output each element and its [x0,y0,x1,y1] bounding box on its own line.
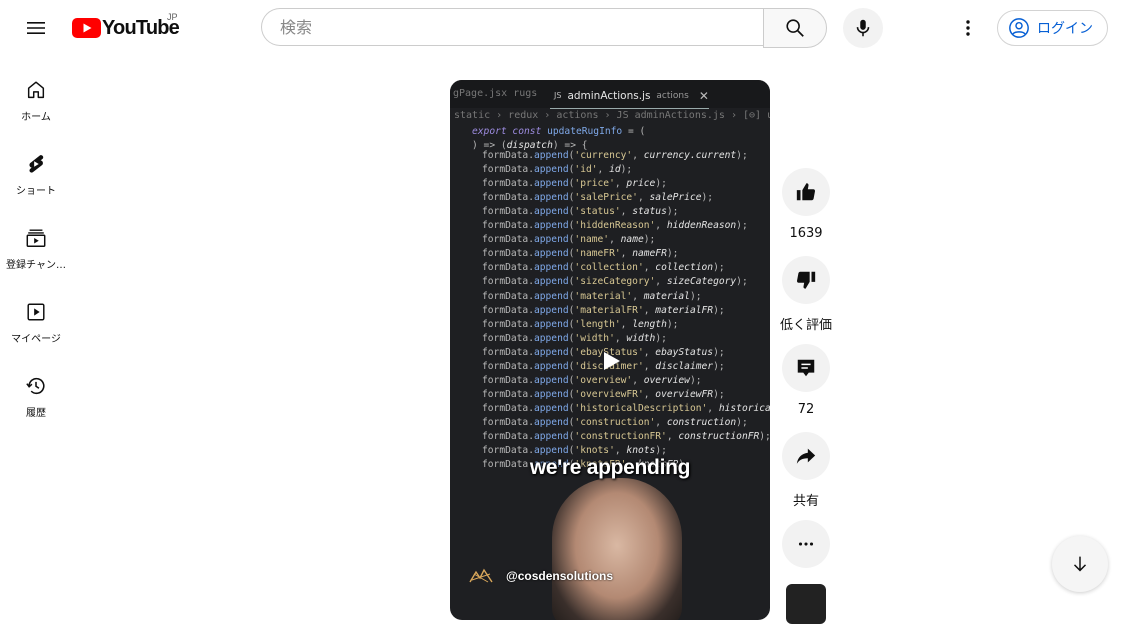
code-line: formData.append('collection', collection… [482,262,725,274]
more-horizontal-icon [798,542,814,546]
comment-action[interactable]: 72 [782,344,830,417]
menu-button[interactable] [16,8,56,48]
search-input[interactable] [278,16,742,38]
sidebar-item-subscriptions[interactable]: 登録チャン… [0,226,72,271]
editor-tab-dir: actions [656,90,689,101]
share-label: 共有 [792,494,819,509]
region-code: JP [167,12,178,22]
code-line: formData.append('width', width); [482,332,667,344]
channel-avatar-icon [469,568,493,583]
sound-thumbnail[interactable] [786,584,826,624]
editor-tab-previous: gPage.jsx rugs [453,88,538,99]
home-icon [24,78,48,102]
share-icon [796,448,816,464]
code-line: formData.append('nameFR', nameFR); [482,248,679,260]
arrow-down-icon [1073,556,1087,572]
channel-handle[interactable]: @cosdensolutions [506,569,613,583]
youtube-logo[interactable]: YouTube [72,16,180,40]
thumbs-down-icon [796,271,816,289]
code-line: formData.append('hiddenReason', hiddenRe… [482,220,748,232]
dislike-label: 低く評価 [780,318,833,333]
editor-tab-active: JS adminActions.js actions ✕ [550,83,709,109]
youtube-play-logo-icon [72,18,101,38]
like-button[interactable] [782,168,830,216]
settings-menu-button[interactable] [948,8,988,48]
sidebar-item-library[interactable]: マイページ [0,300,72,345]
code-line: formData.append('material', material); [482,290,702,302]
sidebar-item-label: ショート [16,186,56,197]
library-icon [24,300,48,324]
code-line: formData.append('salePrice', salePrice); [482,192,714,204]
dislike-button[interactable] [782,256,830,304]
channel-info[interactable]: @cosdensolutions [468,566,613,586]
sidebar-item-label: マイページ [11,334,61,345]
comment-button[interactable] [782,344,830,392]
dislike-action[interactable]: 低く評価 [780,256,833,333]
code-line: formData.append('overview', overview); [482,374,702,386]
search-button[interactable] [763,8,827,48]
login-button[interactable]: ログイン [997,10,1108,46]
more-actions-button[interactable] [782,520,830,568]
thumbs-up-icon [796,183,816,201]
close-icon: ✕ [698,88,709,103]
sidebar-item-history[interactable]: 履歴 [0,374,72,419]
share-button[interactable] [782,432,830,480]
code-line: formData.append('length', length); [482,318,679,330]
search-icon [786,19,804,37]
shorts-icon [24,152,48,176]
code-line: formData.append('status', status); [482,206,679,218]
code-line-header: export const updateRugInfo = ( [472,126,646,137]
shorts-video-player[interactable]: gPage.jsx rugs JS adminActions.js action… [450,80,770,620]
code-line: formData.append('name', name); [482,234,656,246]
code-line: formData.append('sizeCategory', sizeCate… [482,276,748,288]
like-action[interactable]: 1639 [782,168,830,241]
editor-breadcrumb: static › redux › actions › JS adminActio… [454,110,770,121]
hamburger-icon [27,22,45,34]
sidebar-item-label: 登録チャン… [6,260,66,271]
more-vertical-icon [966,20,970,36]
comment-count: 72 [797,402,815,417]
code-line: formData.append('materialFR', materialFR… [482,304,725,316]
sidebar-item-label: ホーム [21,112,51,123]
code-line: formData.append('currency', currency.cur… [482,150,748,161]
sidebar-item-label: 履歴 [26,408,46,419]
js-file-icon: JS [554,91,562,100]
code-line: formData.append('overviewFR', overviewFR… [482,388,725,400]
code-line: formData.append('historicalDescription',… [482,402,770,414]
history-icon [24,374,48,398]
play-icon[interactable] [600,350,622,372]
account-circle-icon [1009,18,1029,38]
code-line: formData.append('construction', construc… [482,416,748,428]
voice-search-button[interactable] [843,8,883,48]
code-line: formData.append('price', price); [482,178,667,190]
editor-tab-bar: gPage.jsx rugs JS adminActions.js action… [450,80,770,109]
microphone-icon [856,19,870,37]
presenter-face [552,478,682,620]
share-action[interactable]: 共有 [782,432,830,509]
login-label: ログイン [1037,21,1093,37]
video-caption: we're appending [529,456,691,479]
subscriptions-icon [24,226,48,250]
comment-icon [797,359,815,377]
next-video-button[interactable] [1052,536,1108,592]
like-count: 1639 [789,226,823,241]
code-line: formData.append('constructionFR', constr… [482,431,770,442]
more-actions[interactable] [782,520,830,568]
search-box[interactable] [261,8,763,46]
sidebar-item-shorts[interactable]: ショート [0,152,72,197]
sidebar-item-home[interactable]: ホーム [0,78,72,123]
code-line: formData.append('id', id); [482,164,633,176]
editor-tab-filename: adminActions.js [567,89,651,102]
code-line: formData.append('knots', knots); [482,445,667,457]
